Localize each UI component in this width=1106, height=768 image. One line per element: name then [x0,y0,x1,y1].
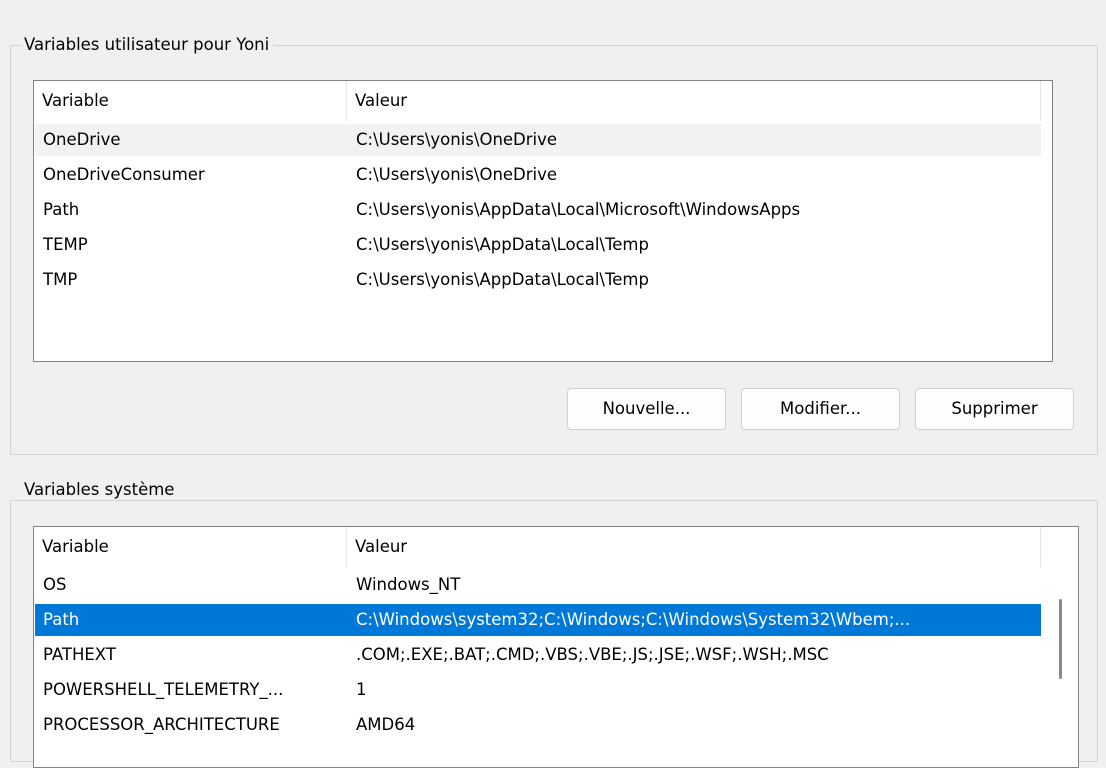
variable-name: OneDriveConsumer [43,165,205,184]
variable-name: PATHEXT [43,645,116,664]
variable-value: AMD64 [356,715,416,734]
list-item[interactable]: PROCESSOR_ARCHITECTURE AMD64 [35,709,1041,741]
list-item-selected[interactable]: Path C:\Windows\system32;C:\Windows;C:\W… [35,604,1041,636]
list-item[interactable]: Path C:\Users\yonis\AppData\Local\Micros… [35,194,1041,226]
list-item[interactable]: TMP C:\Users\yonis\AppData\Local\Temp [35,264,1041,296]
list-item[interactable]: OneDrive C:\Users\yonis\OneDrive [35,124,1041,156]
vertical-scrollbar[interactable] [1044,569,1076,767]
variable-value: C:\Users\yonis\OneDrive [356,165,558,184]
new-variable-button[interactable]: Nouvelle... [567,388,726,430]
variable-value: C:\Users\yonis\AppData\Local\Microsoft\W… [356,200,801,219]
header-filler [1040,81,1052,121]
list-item[interactable]: OneDriveConsumer C:\Users\yonis\OneDrive [35,159,1041,191]
variable-name: PROCESSOR_ARCHITECTURE [43,715,280,734]
variable-value: .COM;.EXE;.BAT;.CMD;.VBS;.VBE;.JS;.JSE;.… [356,645,829,664]
variable-name: Path [43,200,80,219]
variable-name: TEMP [43,235,88,254]
system-variables-list[interactable]: Variable Valeur OS Windows_NT Path C:\Wi… [33,526,1079,768]
user-variables-header: Variable Valeur [34,81,1052,121]
variable-value: C:\Users\yonis\OneDrive [356,130,558,149]
variable-value: C:\Users\yonis\AppData\Local\Temp [356,235,649,254]
scrollbar-thumb[interactable] [1059,599,1062,679]
column-header-value[interactable]: Valeur [347,81,1040,121]
user-variables-title: Variables utilisateur pour Yoni [22,35,274,55]
user-variables-list[interactable]: Variable Valeur OneDrive C:\Users\yonis\… [33,80,1053,362]
system-variables-title: Variables système [22,480,179,500]
list-item[interactable]: OS Windows_NT [35,569,1041,601]
variable-value: 1 [356,680,367,699]
list-item[interactable]: POWERSHELL_TELEMETRY_... 1 [35,674,1041,706]
list-item[interactable]: TEMP C:\Users\yonis\AppData\Local\Temp [35,229,1041,261]
system-variables-header: Variable Valeur [34,527,1052,567]
variable-value: C:\Windows\system32;C:\Windows;C:\Window… [356,610,911,629]
variable-value: Windows_NT [356,575,461,594]
edit-variable-button[interactable]: Modifier... [741,388,900,430]
variable-name: OS [43,575,67,594]
variable-value: C:\Users\yonis\AppData\Local\Temp [356,270,649,289]
column-header-variable[interactable]: Variable [34,527,347,567]
variable-name: TMP [43,270,78,289]
variable-name: POWERSHELL_TELEMETRY_... [43,680,284,699]
column-header-variable[interactable]: Variable [34,81,347,121]
variable-name: Path [43,610,80,629]
delete-variable-button[interactable]: Supprimer [915,388,1074,430]
header-filler [1040,527,1052,567]
variable-name: OneDrive [43,130,121,149]
column-header-value[interactable]: Valeur [347,527,1040,567]
list-item[interactable]: PATHEXT .COM;.EXE;.BAT;.CMD;.VBS;.VBE;.J… [35,639,1041,671]
